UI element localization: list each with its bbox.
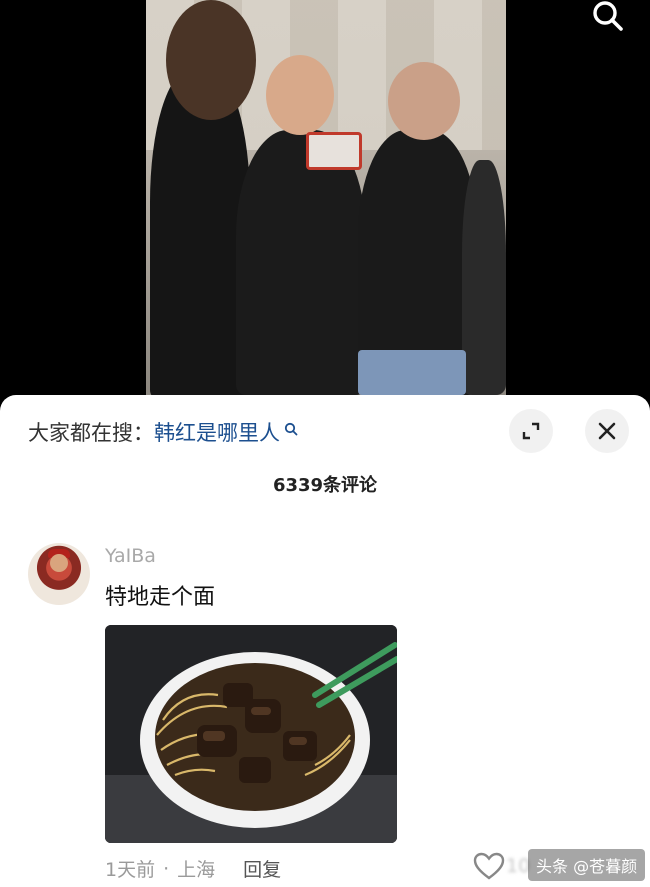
comment-time: 1天前 xyxy=(105,859,156,881)
expand-icon xyxy=(522,422,540,440)
comments-sheet: 大家都在搜： 韩红是哪里人 6339条评论 YaIBa 特地走个面 1天前 · … xyxy=(0,395,650,887)
watermark-text: 头条 @苍暮颜 xyxy=(536,857,638,876)
avatar-face xyxy=(50,554,68,572)
screen: 大家都在搜： 韩红是哪里人 6339条评论 YaIBa 特地走个面 1天前 · … xyxy=(0,0,650,887)
person-left xyxy=(150,70,250,395)
person-center-head xyxy=(266,55,334,135)
person-far-right xyxy=(462,160,506,395)
noodle-bowl-image xyxy=(105,625,397,843)
search-icon[interactable] xyxy=(588,0,628,34)
comment-meta: 1天前 · 上海 回复 xyxy=(105,855,281,882)
comment-location: 上海 xyxy=(177,859,216,881)
magnifier-icon xyxy=(284,422,298,436)
hot-search-keyword[interactable]: 韩红是哪里人 xyxy=(154,417,280,447)
expand-button[interactable] xyxy=(509,409,553,453)
meta-separator: · xyxy=(163,857,170,880)
hot-search-prefix: 大家都在搜： xyxy=(28,421,154,445)
hot-search-bar[interactable]: 大家都在搜： 韩红是哪里人 xyxy=(28,417,298,447)
reply-button[interactable]: 回复 xyxy=(243,855,281,882)
close-icon xyxy=(598,422,616,440)
comment-username[interactable]: YaIBa xyxy=(105,545,156,567)
watermark: 头条 @苍暮颜 xyxy=(528,849,646,881)
jeans xyxy=(358,350,466,395)
like-count: 10 xyxy=(506,855,531,877)
comment-count: 6339条评论 xyxy=(272,475,378,496)
microphone-card xyxy=(306,132,362,170)
close-button[interactable] xyxy=(585,409,629,453)
comment-photo[interactable] xyxy=(105,625,397,843)
video-area[interactable] xyxy=(0,0,650,395)
video-frame xyxy=(146,0,506,395)
person-left-hair xyxy=(166,0,256,120)
heart-icon[interactable] xyxy=(472,851,506,881)
comment-text: 特地走个面 xyxy=(105,585,216,610)
person-right-head xyxy=(388,62,460,140)
avatar[interactable] xyxy=(28,543,90,605)
